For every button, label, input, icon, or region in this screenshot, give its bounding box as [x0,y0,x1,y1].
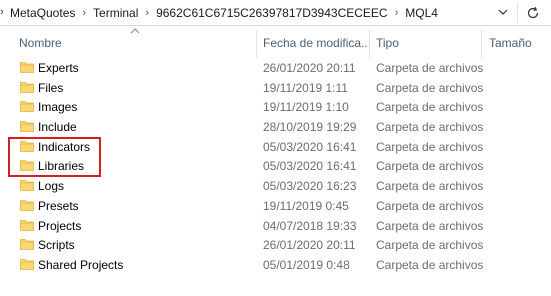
list-item[interactable]: Projects 04/07/2018 19:33 Carpeta de arc… [0,216,551,236]
folder-icon [20,239,34,251]
file-type: Carpeta de archivos [376,257,484,272]
file-type: Carpeta de archivos [376,159,484,174]
file-explorer-window: › MetaQuotes › Terminal › 9662C61C6715C2… [0,0,551,296]
chevron-right-icon[interactable]: › [145,5,149,21]
file-name: Projects [38,218,82,233]
file-name: Images [38,100,78,115]
file-type: Carpeta de archivos [376,120,484,135]
chevron-down-icon[interactable] [493,3,513,21]
file-date: 19/11/2019 1:10 [263,100,349,115]
file-name: Presets [38,198,79,213]
chevron-left-icon[interactable]: › [0,4,8,20]
file-name: Logs [38,179,65,194]
column-header-type[interactable]: Tipo [376,36,399,50]
list-item[interactable]: Scripts 26/01/2020 20:11 Carpeta de arch… [0,235,551,255]
file-type: Carpeta de archivos [376,218,484,233]
file-date: 05/03/2020 16:41 [263,139,357,154]
sort-ascending-icon [130,28,140,34]
column-header-name[interactable]: Nombre [19,36,62,50]
list-item[interactable]: Include 28/10/2019 19:29 Carpeta de arch… [0,117,551,137]
file-type: Carpeta de archivos [376,100,484,115]
file-date: 19/11/2019 1:11 [263,80,348,95]
file-date: 04/07/2018 19:33 [263,218,357,233]
folder-icon [20,81,34,93]
file-date: 19/11/2019 0:45 [263,198,349,213]
file-date: 26/01/2020 20:11 [263,238,356,253]
file-type: Carpeta de archivos [376,139,484,154]
breadcrumb-item-mql4[interactable]: MQL4 [405,5,438,21]
file-name: Files [38,80,64,95]
list-item[interactable]: Shared Projects 05/01/2019 0:48 Carpeta … [0,255,551,275]
file-type: Carpeta de archivos [376,80,484,95]
chevron-right-icon[interactable]: › [82,5,86,21]
file-type: Carpeta de archivos [376,238,484,253]
list-item[interactable]: Presets 19/11/2019 0:45 Carpeta de archi… [0,196,551,216]
list-item[interactable]: Experts 26/01/2020 20:11 Carpeta de arch… [0,58,551,78]
file-name: Scripts [38,238,75,253]
chevron-right-icon[interactable]: › [395,5,399,21]
breadcrumb-item-terminal[interactable]: Terminal [93,5,138,21]
folder-icon [20,199,34,211]
column-header-size[interactable]: Tamaño [489,36,532,50]
file-name: Shared Projects [38,257,124,272]
list-item[interactable]: Logs 05/03/2020 16:23 Carpeta de archivo… [0,176,551,196]
file-date: 26/01/2020 20:11 [263,61,356,75]
column-divider[interactable] [369,30,370,58]
file-type: Carpeta de archivos [376,61,484,75]
column-divider[interactable] [256,30,257,58]
file-date: 05/03/2020 16:41 [263,159,357,174]
file-name: Include [38,120,77,135]
file-date: 05/03/2020 16:23 [263,179,357,194]
column-header-row: Nombre Fecha de modifica... Tipo Tamaño [0,26,551,58]
file-date: 28/10/2019 19:29 [263,120,357,135]
folder-icon [20,101,34,113]
breadcrumb: MetaQuotes › Terminal › 9662C61C6715C263… [10,5,438,21]
file-type: Carpeta de archivos [376,198,484,213]
list-item[interactable]: Images 19/11/2019 1:10 Carpeta de archiv… [0,97,551,117]
column-header-date[interactable]: Fecha de modifica... [263,36,371,50]
folder-icon [20,180,34,192]
highlight-box [8,137,101,177]
column-divider[interactable] [481,30,482,58]
folder-icon [20,62,34,73]
folder-icon [20,121,34,132]
address-bar[interactable]: › MetaQuotes › Terminal › 9662C61C6715C2… [0,0,551,26]
breadcrumb-item-terminal-id[interactable]: 9662C61C6715C26397817D3943CECEEC [156,5,388,21]
breadcrumb-item-metaquotes[interactable]: MetaQuotes [10,5,75,21]
file-name: Experts [38,61,79,75]
list-item[interactable]: Files 19/11/2019 1:11 Carpeta de archivo… [0,78,551,98]
refresh-icon[interactable] [517,2,547,23]
file-type: Carpeta de archivos [376,179,484,194]
file-date: 05/01/2019 0:48 [263,257,350,272]
folder-icon [20,258,34,270]
folder-icon [20,219,34,231]
